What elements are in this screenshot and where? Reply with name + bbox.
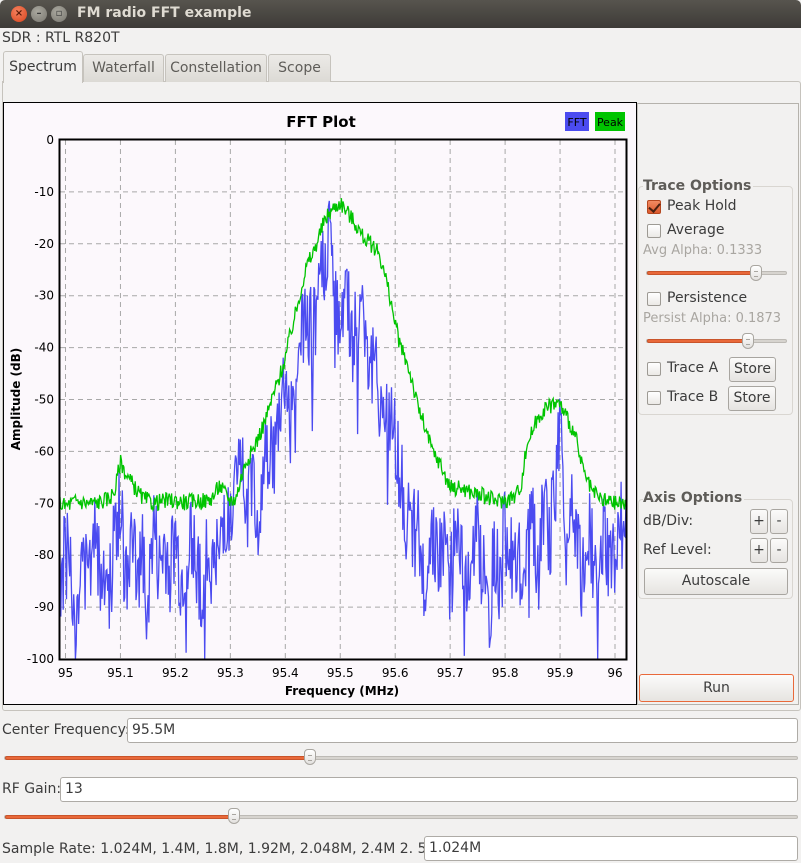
x-tick-label: 95.9 (547, 666, 574, 680)
trace-a-label[interactable]: Trace A (667, 360, 718, 376)
y-tick-label: 0 (46, 133, 54, 147)
sdr-label: SDR : RTL R820T (2, 30, 120, 46)
maximize-icon[interactable]: ▫ (51, 6, 67, 22)
y-tick-label: -90 (34, 600, 54, 614)
legend-peak-label: Peak (597, 116, 624, 129)
rf-gain-input[interactable]: 13 (60, 777, 798, 802)
center-frequency-slider-fill (5, 756, 311, 760)
db-div-plus-button[interactable]: + (750, 509, 768, 534)
x-tick-label: 95.1 (107, 666, 134, 680)
x-tick-label: 95.6 (382, 666, 409, 680)
x-tick-labels: 95 95.1 95.2 95.3 95.4 95.5 95.6 95.7 95.8 95.9 96 (58, 666, 623, 680)
trace-a-store-button[interactable]: Store (729, 357, 776, 382)
window-titlebar: × – ▫ FM radio FFT example (0, 0, 801, 28)
x-tick-label: 95.7 (437, 666, 464, 680)
persistence-checkbox[interactable] (647, 292, 661, 306)
avg-alpha-label: Avg Alpha: 0.1333 (643, 243, 763, 258)
window-title: FM radio FFT example (77, 5, 252, 21)
plot-title: FFT Plot (286, 113, 356, 131)
y-tick-label: -30 (34, 289, 54, 303)
tab-spectrum[interactable]: Spectrum (3, 51, 83, 83)
tab-waterfall[interactable]: Waterfall (83, 54, 164, 82)
y-tick-label: -20 (34, 237, 54, 251)
x-tick-label: 95.3 (217, 666, 244, 680)
center-frequency-slider-thumb[interactable] (303, 749, 316, 765)
axis-options-title: Axis Options (643, 490, 745, 506)
peak-hold-checkbox[interactable] (647, 200, 661, 214)
y-tick-label: -40 (34, 341, 54, 355)
autoscale-button[interactable]: Autoscale (644, 568, 788, 595)
y-tick-label: -50 (34, 393, 54, 407)
plot-traces (59, 198, 627, 660)
minimize-icon[interactable]: – (31, 6, 47, 22)
y-tick-label: -70 (34, 496, 54, 510)
persistence-label[interactable]: Persistence (667, 290, 747, 306)
avg-alpha-slider-fill (647, 271, 757, 275)
x-tick-label: 95.2 (162, 666, 189, 680)
x-tick-label: 95.8 (492, 666, 519, 680)
center-frequency-slider[interactable] (4, 756, 798, 760)
y-tick-label: -80 (34, 548, 54, 562)
center-frequency-label: Center Frequency: (2, 722, 130, 738)
x-tick-label: 96 (607, 666, 622, 680)
tab-constellation[interactable]: Constellation (165, 54, 267, 82)
trace-b-checkbox[interactable] (647, 391, 661, 405)
sample-rate-input[interactable]: 1.024M (424, 836, 798, 861)
average-label[interactable]: Average (667, 222, 725, 238)
trace-b-store-button[interactable]: Store (728, 386, 776, 411)
rf-gain-label: RF Gain: (2, 781, 62, 797)
ref-level-plus-button[interactable]: + (750, 538, 768, 563)
sample-rate-label: Sample Rate: 1.024M, 1.4M, 1.8M, 1.92M, … (2, 841, 453, 857)
fft-plot[interactable]: FFT Plot FFT Peak 0 -10 -20 -30 -40 -50 -60 -70… (4, 103, 636, 704)
db-div-label: dB/Div: (643, 513, 694, 529)
run-button[interactable]: Run (639, 674, 794, 702)
x-axis-label: Frequency (MHz) (285, 684, 399, 698)
x-tick-label: 95.4 (272, 666, 299, 680)
x-tick-label: 95.5 (327, 666, 354, 680)
y-axis-label: Amplitude (dB) (9, 348, 23, 451)
persist-alpha-label: Persist Alpha: 0.1873 (643, 311, 782, 326)
persist-alpha-slider-thumb[interactable] (741, 333, 754, 349)
db-div-minus-button[interactable]: - (770, 509, 788, 534)
avg-alpha-slider[interactable] (646, 271, 787, 275)
ref-level-minus-button[interactable]: - (770, 538, 788, 563)
legend-fft-label: FFT (567, 116, 586, 129)
y-tick-label: -60 (34, 444, 54, 458)
average-checkbox[interactable] (647, 224, 661, 238)
trace-peak (59, 198, 627, 512)
y-tick-label: -100 (27, 652, 54, 666)
rf-gain-slider[interactable] (4, 815, 798, 819)
trace-options-title: Trace Options (643, 178, 754, 194)
avg-alpha-slider-thumb[interactable] (749, 265, 762, 281)
y-tick-label: -10 (34, 185, 54, 199)
trace-fft (59, 200, 627, 660)
x-tick-label: 95 (58, 666, 73, 680)
ref-level-label: Ref Level: (643, 542, 712, 558)
y-tick-labels: 0 -10 -20 -30 -40 -50 -60 -70 -80 -90 -100 (27, 133, 54, 666)
persist-alpha-slider[interactable] (646, 339, 787, 343)
rf-gain-slider-fill (5, 815, 236, 819)
persist-alpha-slider-fill (647, 339, 749, 343)
trace-a-checkbox[interactable] (647, 362, 661, 376)
rf-gain-slider-thumb[interactable] (228, 808, 241, 824)
tab-scope[interactable]: Scope (268, 54, 331, 82)
fft-plot-frame: FFT Plot FFT Peak 0 -10 -20 -30 -40 -50 -60 -70… (3, 102, 637, 705)
trace-b-label[interactable]: Trace B (667, 389, 718, 405)
legend: FFT Peak (565, 112, 625, 131)
close-icon[interactable]: × (11, 6, 27, 22)
center-frequency-input[interactable]: 95.5M (127, 718, 798, 743)
peak-hold-label[interactable]: Peak Hold (667, 198, 737, 214)
